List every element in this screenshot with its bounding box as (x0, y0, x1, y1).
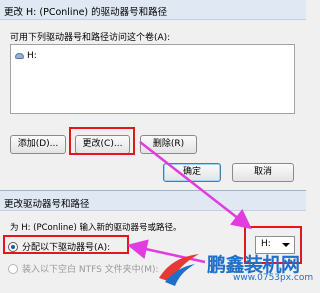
list-item-label: H: (27, 51, 37, 61)
change-drive-letter-dialog: 更改 H: (PConline) 的驱动器号和路径 可用下列驱动器号和路径访问这… (0, 0, 306, 182)
watermark-url: www.0753px.com (233, 273, 314, 283)
dialog-title-bar: 更改 H: (PConline) 的驱动器号和路径 (0, 0, 306, 20)
list-item[interactable]: H: (15, 50, 37, 62)
radio-button[interactable] (8, 263, 18, 274)
dialog-title: 更改 H: (PConline) 的驱动器号和路径 (4, 7, 168, 18)
dialog-title: 更改驱动器号和路径 (4, 199, 90, 210)
ok-button[interactable]: 确定 (163, 163, 221, 182)
drive-path-list[interactable]: H: (10, 44, 295, 114)
cancel-button[interactable]: 取消 (232, 163, 294, 182)
dialog-prompt: 为 H: (PConline) 输入新的驱动器号或路径。 (10, 223, 182, 233)
assign-option-highlight (3, 235, 129, 254)
dialog-title-bar: 更改驱动器号和路径 (0, 191, 306, 211)
site-watermark: 鹏鑫装机网 www.0753px.com (155, 246, 313, 293)
mount-folder-option[interactable]: 装入以下空白 NTFS 文件夹中(M): (8, 262, 159, 275)
add-button[interactable]: 添加(D)... (10, 135, 66, 154)
delete-button[interactable]: 删除(R) (140, 135, 197, 154)
mount-folder-label: 装入以下空白 NTFS 文件夹中(M): (22, 265, 159, 275)
change-button-highlight (69, 127, 135, 155)
list-description: 可用下列驱动器号和路径访问这个卷(A): (10, 33, 171, 43)
drive-icon (15, 53, 24, 59)
brand-logo-icon (159, 254, 199, 286)
